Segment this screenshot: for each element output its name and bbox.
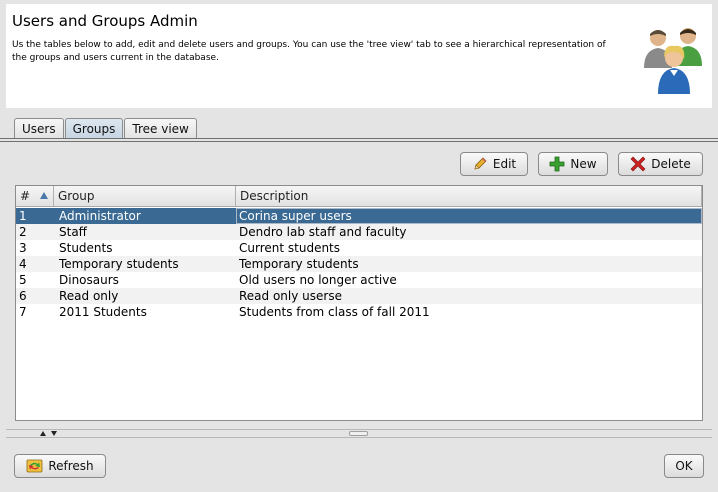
new-button[interactable]: New	[538, 152, 608, 176]
plus-icon	[550, 156, 565, 172]
table-row[interactable]: 6 Read only Read only userse	[16, 288, 702, 304]
header-panel: Users and Groups Admin Us the tables bel…	[6, 4, 712, 108]
row-group: Students	[59, 241, 113, 255]
splitter-bottom-line	[6, 437, 712, 438]
refresh-button-label: Refresh	[48, 459, 94, 473]
tab-divider	[0, 138, 718, 139]
row-number: 2	[19, 225, 27, 239]
refresh-button[interactable]: Refresh	[14, 454, 106, 478]
row-group: 2011 Students	[59, 305, 147, 319]
edit-button[interactable]: Edit	[460, 152, 528, 176]
refresh-icon	[26, 459, 43, 473]
row-description: Corina super users	[236, 208, 702, 224]
row-number: 5	[19, 273, 27, 287]
row-description: Current students	[239, 241, 341, 255]
table-body: 1 Administrator Corina super users 2 Sta…	[16, 208, 702, 320]
groups-table[interactable]: # Group Description 1 Administrator Cori…	[15, 185, 703, 421]
row-description: Read only userse	[239, 289, 342, 303]
table-row[interactable]: 5 Dinosaurs Old users no longer active	[16, 272, 702, 288]
page-title: Users and Groups Admin	[12, 12, 198, 30]
tab-tree-view[interactable]: Tree view	[124, 118, 197, 139]
tab-divider-lower	[0, 141, 718, 142]
table-row[interactable]: 2 Staff Dendro lab staff and faculty	[16, 224, 702, 240]
row-group: Staff	[59, 225, 87, 239]
table-header: # Group Description	[16, 186, 702, 207]
users-group-icon	[644, 28, 702, 94]
ok-button-label: OK	[675, 459, 693, 473]
ok-button[interactable]: OK	[664, 454, 704, 478]
tab-bar: Users Groups Tree view	[14, 118, 198, 139]
row-group: Read only	[59, 289, 119, 303]
pencil-icon	[474, 157, 487, 170]
column-header-description[interactable]: Description	[236, 186, 702, 206]
column-header-group[interactable]: Group	[54, 186, 236, 206]
row-group: Administrator	[59, 209, 141, 223]
column-header-number[interactable]: #	[16, 186, 54, 206]
tab-groups[interactable]: Groups	[64, 118, 124, 139]
table-row[interactable]: 7 2011 Students Students from class of f…	[16, 304, 702, 320]
tab-users[interactable]: Users	[14, 118, 64, 139]
new-button-label: New	[570, 157, 597, 171]
table-row[interactable]: 1 Administrator Corina super users	[16, 208, 702, 224]
row-number: 3	[19, 241, 27, 255]
delete-button-label: Delete	[651, 157, 691, 171]
table-row[interactable]: 3 Students Current students	[16, 240, 702, 256]
table-row[interactable]: 4 Temporary students Temporary students	[16, 256, 702, 272]
collapse-expand-arrows-icon[interactable]	[38, 430, 60, 437]
row-number: 4	[19, 257, 27, 271]
row-number: 1	[19, 209, 27, 223]
row-group: Temporary students	[59, 257, 179, 271]
delete-x-icon	[630, 156, 646, 172]
row-description: Old users no longer active	[239, 273, 397, 287]
delete-button[interactable]: Delete	[618, 152, 703, 176]
splitter-grip-handle[interactable]	[349, 431, 368, 436]
row-number: 7	[19, 305, 27, 319]
page-description: Us the tables below to add, edit and del…	[12, 40, 606, 63]
edit-button-label: Edit	[492, 157, 517, 171]
splitter-top-line	[6, 429, 712, 430]
row-description: Students from class of fall 2011	[239, 305, 430, 319]
row-group: Dinosaurs	[59, 273, 119, 287]
row-description: Dendro lab staff and faculty	[239, 225, 407, 239]
row-number: 6	[19, 289, 27, 303]
row-description: Temporary students	[239, 257, 359, 271]
sort-ascending-icon	[40, 192, 48, 199]
